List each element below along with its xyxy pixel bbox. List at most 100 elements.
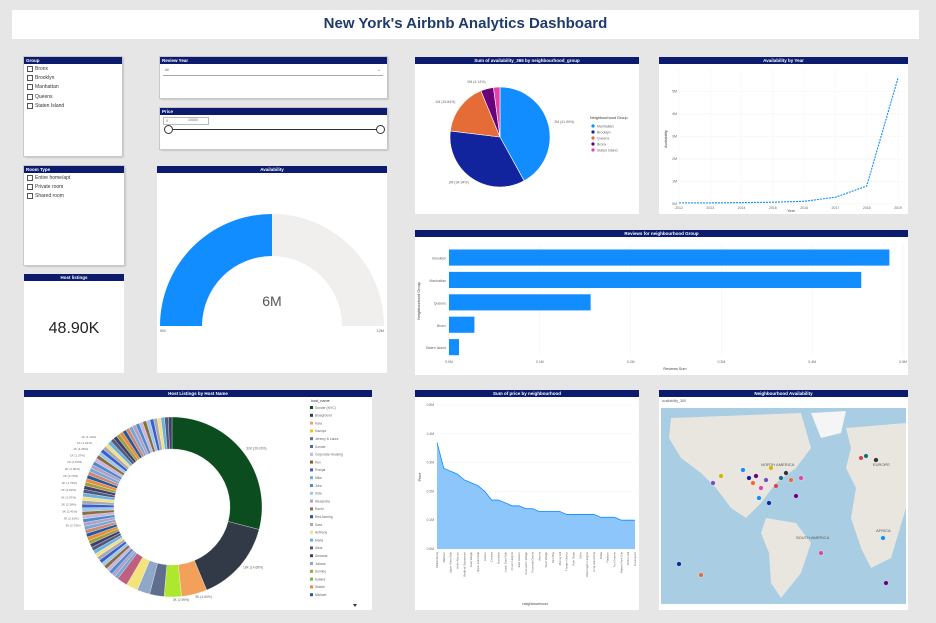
map-point[interactable] [788, 477, 794, 483]
line-chart[interactable]: 0M1M2M3M4M5M2012 2013 2014 2015 2016 2017 2018… [659, 64, 908, 214]
donut-legend-item: Eyland [315, 577, 325, 581]
x-tick-label: Park Slope [572, 552, 576, 566]
slicer-review-year[interactable]: Review Year All ⌄ [160, 57, 387, 98]
host-listings-title: Host listings [24, 274, 124, 281]
bar-chart[interactable]: 0.0M 0.1M 0.2M 0.3M 0.4M 0.5M Brooklyn Manhatta… [415, 237, 908, 375]
pie-legend-item: Brooklyn [597, 130, 611, 134]
room-item-private-room[interactable]: Private room [27, 184, 63, 191]
legend-scroll-down-icon[interactable] [353, 604, 357, 607]
x-tick-label: 0.2M [627, 360, 635, 364]
donut-slice[interactable] [171, 416, 263, 530]
pie-slice-label: 2M (34.94%) [449, 180, 469, 184]
map-point[interactable] [763, 477, 769, 483]
map-point[interactable] [863, 453, 869, 459]
host-listings-card: Host listings 48.90K [24, 274, 124, 373]
map-point[interactable] [883, 580, 889, 586]
legend-marker [310, 538, 313, 542]
group-item-manhattan[interactable]: Manhattan [27, 84, 59, 91]
donut-legend-item: Sonder [315, 445, 327, 449]
availability-line[interactable] [679, 77, 899, 204]
y-tick-label: 2M [672, 157, 677, 161]
bar-bronx[interactable] [449, 316, 475, 333]
legend-marker [310, 445, 313, 448]
checkbox[interactable] [27, 102, 33, 109]
price-slider-handle-max[interactable] [376, 125, 385, 134]
checkbox[interactable] [27, 84, 33, 91]
map-point[interactable] [773, 483, 779, 489]
map-point[interactable] [756, 495, 762, 501]
legend-marker [310, 554, 313, 558]
checkbox[interactable] [27, 193, 33, 200]
price-slider-track[interactable] [168, 129, 381, 130]
map-point[interactable] [676, 561, 682, 567]
donut-legend-item: Vida [315, 492, 322, 496]
y-tick-label: 5M [672, 90, 677, 94]
map-point[interactable] [798, 475, 804, 481]
area-chart-card: Sum of price by neighbourhood 0.0M 0.1M 0.… [415, 390, 639, 610]
y-tick-label: 0.4M [427, 432, 435, 436]
map-point[interactable] [793, 493, 799, 499]
y-tick-label: Brooklyn [432, 257, 446, 261]
legend-marker [310, 499, 313, 503]
map-point[interactable] [858, 455, 864, 461]
price-slider-handle-min[interactable] [164, 125, 173, 134]
gauge-value-arc [160, 214, 272, 326]
group-item-bronx[interactable]: Bronx [27, 66, 48, 72]
group-item-staten-island[interactable]: Staten Island [27, 102, 65, 109]
checkbox[interactable] [27, 75, 33, 82]
group-item-brooklyn[interactable]: Brooklyn [27, 75, 54, 82]
review-year-dropdown[interactable]: All ⌄ [163, 67, 383, 76]
legend-marker [310, 546, 313, 550]
donut-slice-label: 3K (2.75%) [66, 524, 81, 528]
map-point[interactable] [758, 485, 764, 491]
map-view[interactable]: NORTH AMERICA SOUTH AMERICA EUROPE AFRIC… [661, 408, 906, 604]
y-tick-label: 0.0M [427, 547, 435, 551]
area-chart[interactable]: 0.0M 0.1M 0.2M 0.3M 0.4M 0.5M Williamsburg Midt… [415, 397, 639, 610]
map-point[interactable] [718, 473, 724, 479]
price-area[interactable] [437, 442, 635, 549]
donut-slice-label: 3K (2.41%) [62, 510, 77, 514]
map-point[interactable] [750, 480, 756, 486]
pie-chart-title: Sum of availability_365 by neighbourhood… [415, 57, 639, 64]
map-point[interactable] [783, 470, 789, 476]
donut-chart[interactable]: 32K (29.03%) 16K (14.68%) 5K (4.60%) 3K (2.… [24, 397, 372, 610]
x-tick-label: Bedford-Stuyvesant [462, 552, 466, 577]
legend-marker [310, 593, 313, 597]
map-point[interactable] [710, 480, 716, 486]
pie-chart[interactable]: 2M (41.99%) 2M (34.94%) 1M (16.84%) 0M (4.1… [415, 64, 639, 214]
bar-queens[interactable] [449, 294, 591, 311]
bar-manhattan[interactable] [449, 271, 862, 289]
slicer-price[interactable]: Price 0 10000 [160, 108, 387, 149]
room-item-shared-room[interactable]: Shared room [27, 193, 64, 200]
pie-slice-label: 1M (16.84%) [435, 100, 455, 104]
donut-slice[interactable] [194, 521, 260, 591]
availability-gauge: 6M 0M 12M [160, 214, 384, 333]
legend-marker [591, 124, 595, 128]
checkbox[interactable] [27, 93, 33, 100]
checkbox[interactable] [27, 66, 33, 72]
price-max-input[interactable]: 10000 [186, 117, 208, 123]
group-item-queens[interactable]: Queens [27, 93, 53, 100]
slicer-group[interactable]: Group Bronx Brooklyn Manhattan Queens Staten… [24, 57, 122, 156]
bar-staten-island[interactable] [449, 339, 459, 356]
map-point[interactable] [778, 475, 784, 481]
map-point[interactable] [880, 535, 886, 541]
room-item-entire-home-apt[interactable]: Entire home/apt [27, 175, 70, 181]
map-point[interactable] [818, 550, 824, 556]
slicer-room-type[interactable]: Room Type Entire home/apt Private room Sha… [24, 166, 124, 265]
map-label-north-america: NORTH AMERICA [761, 462, 795, 467]
map-point[interactable] [746, 475, 752, 481]
group-item-label: Staten Island [35, 102, 65, 109]
bar-brooklyn[interactable] [449, 249, 890, 266]
checkbox[interactable] [27, 184, 33, 191]
pie-legend-title: Neighbourhood Group [590, 116, 628, 120]
map-point[interactable] [766, 500, 772, 506]
map-point[interactable] [698, 572, 704, 578]
checkbox[interactable] [27, 175, 33, 181]
x-tick-label: Harlem [483, 551, 487, 561]
map-point[interactable] [740, 467, 746, 473]
legend-marker [310, 452, 313, 456]
map-point[interactable] [753, 473, 759, 479]
pie-chart-card: Sum of availability_365 by neighbourhood… [415, 57, 639, 214]
x-tick-label: 0.0M [445, 360, 453, 364]
